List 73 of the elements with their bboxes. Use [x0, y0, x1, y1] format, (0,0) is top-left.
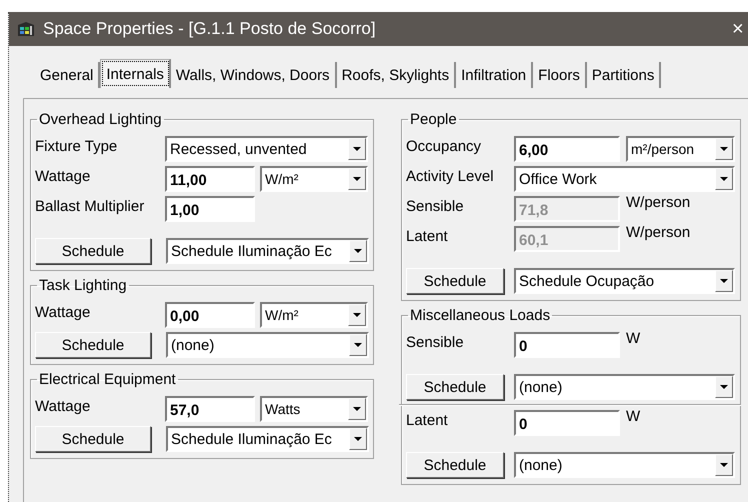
unit-dropdown[interactable]: W/m²	[260, 166, 368, 192]
group-title: Overhead Lighting	[38, 111, 163, 128]
caret-icon	[720, 279, 728, 283]
schedule-button[interactable]: Schedule	[35, 332, 151, 358]
dropdown-field[interactable]: Office Work	[514, 166, 735, 192]
group-title: People	[409, 111, 458, 128]
unit-dropdown[interactable]: Watts	[260, 396, 368, 422]
unit-dropdown[interactable]: W/m²	[260, 302, 368, 328]
caret-icon	[720, 463, 728, 467]
group-title: Miscellaneous Loads	[409, 307, 552, 324]
number-field[interactable]: 11,00	[165, 166, 255, 192]
number-field[interactable]: 57,0	[165, 396, 255, 422]
window-title: Space Properties - [G.1.1 Posto de Socorro]	[43, 19, 377, 39]
dropdown-arrow-button[interactable]	[348, 304, 366, 326]
dropdown-arrow-button[interactable]	[348, 168, 366, 190]
field-label: Wattage	[35, 303, 92, 321]
field-label: Sensible	[406, 333, 465, 351]
number-field[interactable]: 0	[514, 410, 620, 436]
schedule-button[interactable]: Schedule	[406, 452, 504, 478]
dropdown-arrow-button[interactable]	[349, 240, 367, 262]
unit-label: W/person	[626, 194, 690, 211]
field-label: Fixture Type	[35, 137, 118, 155]
field-label: Wattage	[35, 167, 92, 185]
caret-icon	[720, 385, 728, 389]
schedule-dropdown[interactable]: Schedule Ocupação	[514, 268, 735, 294]
schedule-dropdown[interactable]: (none)	[514, 374, 735, 400]
field-label: Occupancy	[406, 137, 482, 155]
schedule-dropdown[interactable]: Schedule Iluminação Ec	[166, 238, 369, 264]
unit-label: W/person	[626, 224, 690, 241]
unit-dropdown[interactable]: m²/person	[626, 136, 735, 162]
unit-label: W	[626, 330, 640, 347]
field-label: Latent	[406, 411, 449, 429]
dropdown-arrow-button[interactable]	[715, 168, 733, 190]
number-field[interactable]: 6,00	[514, 136, 620, 162]
field-label: Latent	[406, 227, 449, 245]
field-label: Ballast Multiplier	[35, 197, 146, 215]
dropdown-field[interactable]: Recessed, unvented	[165, 136, 368, 162]
dropdown-arrow-button[interactable]	[349, 428, 367, 450]
schedule-button[interactable]: Schedule	[406, 268, 504, 294]
caret-icon	[720, 177, 728, 181]
group-title: Task Lighting	[38, 277, 128, 294]
dropdown-arrow-button[interactable]	[348, 138, 366, 160]
schedule-button[interactable]: Schedule	[406, 374, 504, 400]
caret-icon	[720, 147, 728, 151]
close-button[interactable]: ×	[732, 19, 748, 39]
caret-icon	[353, 407, 361, 411]
dropdown-arrow-button[interactable]	[715, 138, 733, 160]
caret-icon	[353, 313, 361, 317]
number-field[interactable]: 0	[514, 332, 620, 358]
schedule-dropdown[interactable]: (none)	[514, 452, 735, 478]
dropdown-arrow-button[interactable]	[715, 270, 733, 292]
dropdown-arrow-button[interactable]	[349, 334, 367, 356]
caret-icon	[354, 343, 362, 347]
tab[interactable]: Internals	[100, 59, 171, 88]
number-field[interactable]: 1,00	[165, 196, 255, 222]
group-title: Electrical Equipment	[38, 371, 177, 388]
caret-icon	[353, 147, 361, 151]
caret-icon	[353, 177, 361, 181]
dropdown-arrow-button[interactable]	[715, 454, 733, 476]
building-icon	[17, 21, 35, 37]
field-label: Activity Level	[406, 167, 495, 185]
schedule-dropdown[interactable]: (none)	[166, 332, 369, 358]
number-field[interactable]: 0,00	[165, 302, 255, 328]
dropdown-arrow-button[interactable]	[348, 398, 366, 420]
caret-icon	[354, 249, 362, 253]
schedule-button[interactable]: Schedule	[35, 426, 151, 452]
unit-label: W	[626, 408, 640, 425]
field-label: Sensible	[406, 197, 465, 215]
schedule-button[interactable]: Schedule	[35, 238, 151, 264]
schedule-dropdown[interactable]: Schedule Iluminação Ec	[166, 426, 369, 452]
dropdown-arrow-button[interactable]	[715, 376, 733, 398]
caret-icon	[354, 437, 362, 441]
field-label: Wattage	[35, 397, 92, 415]
